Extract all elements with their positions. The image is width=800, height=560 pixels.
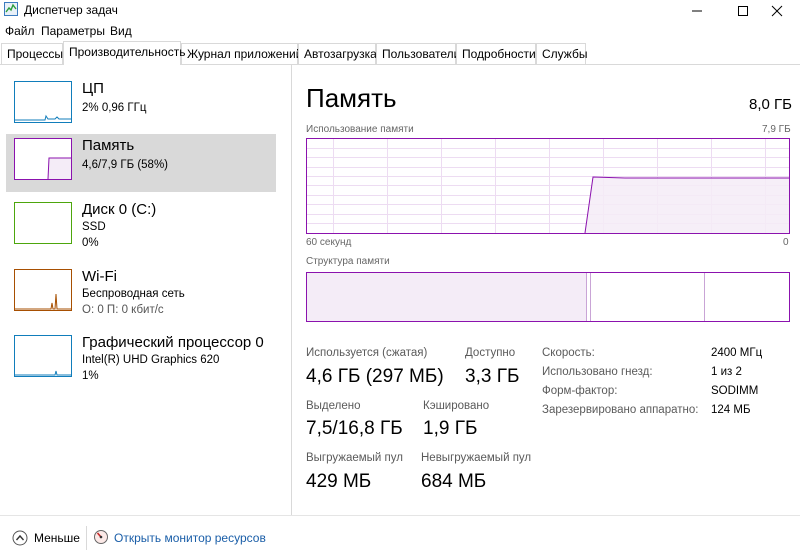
committed-label: Выделено — [306, 400, 361, 412]
memory-total: 8,0 ГБ — [749, 96, 792, 113]
paged-pool-label: Выгружаемый пул — [306, 452, 403, 464]
memory-sparkline — [47, 157, 71, 180]
resource-item-cpu[interactable]: ЦП 2% 0,96 ГГц — [6, 77, 276, 135]
structure-label: Структура памяти — [306, 256, 390, 267]
in-use-label: Используется (сжатая) — [306, 347, 428, 359]
menu-view[interactable]: Вид — [110, 24, 132, 38]
memory-usage-graph — [306, 138, 790, 234]
tab-details[interactable]: Подробности — [456, 43, 536, 64]
tab-app-history[interactable]: Журнал приложений — [181, 43, 302, 64]
paged-pool-value: 429 МБ — [306, 471, 372, 492]
resource-item-wifi[interactable]: Wi-Fi Беспроводная сеть О: 0 П: 0 кбит/с — [6, 265, 276, 323]
resource-name: ЦП — [82, 80, 104, 97]
cached-label: Кэшировано — [423, 400, 490, 412]
tab-processes[interactable]: Процессы — [1, 43, 63, 64]
tab-users[interactable]: Пользователи — [376, 43, 460, 64]
resource-detail: Intel(R) UHD Graphics 620 — [82, 354, 220, 366]
title-bar: Диспетчер задач — [0, 0, 800, 20]
gpu-sparkline — [15, 370, 71, 376]
disk-mini-graph — [14, 202, 72, 244]
cpu-sparkline — [15, 114, 71, 121]
in-use-value: 4,6 ГБ (297 МБ) — [306, 366, 444, 387]
graph-time-left: 60 секунд — [306, 237, 352, 248]
graph-time-right: 0 — [783, 237, 789, 248]
wifi-mini-graph — [14, 269, 72, 311]
resource-name: Память — [82, 137, 135, 154]
resource-detail-2: 1% — [82, 370, 99, 382]
composition-standby — [591, 273, 705, 321]
minimize-button[interactable] — [674, 0, 720, 20]
resource-detail: 2% 0,96 ГГц — [82, 102, 147, 114]
minimize-icon — [692, 10, 702, 12]
tab-performance[interactable]: Производительность — [63, 41, 185, 65]
maximize-icon — [738, 6, 748, 16]
tab-startup[interactable]: Автозагрузка — [298, 43, 377, 64]
cached-value: 1,9 ГБ — [423, 418, 478, 439]
wifi-sparkline — [15, 293, 71, 310]
resource-detail-2: 0% — [82, 237, 99, 249]
resource-detail: 4,6/7,9 ГБ (58%) — [82, 159, 169, 171]
memory-usage-chart — [307, 139, 789, 234]
resource-item-gpu[interactable]: Графический процессор 0 Intel(R) UHD Gra… — [6, 331, 276, 389]
cpu-mini-graph — [14, 81, 72, 123]
close-icon — [771, 5, 783, 17]
hardware-reserved-label: Зарезервировано аппаратно: — [542, 404, 699, 416]
usage-graph-label: Использование памяти — [306, 124, 414, 135]
menu-options[interactable]: Параметры — [41, 24, 105, 38]
fewer-details-button[interactable]: Меньше — [34, 531, 80, 545]
resource-item-disk[interactable]: Диск 0 (C:) SSD 0% — [6, 198, 276, 256]
close-button[interactable] — [754, 0, 800, 20]
nonpaged-pool-value: 684 МБ — [421, 471, 487, 492]
open-resource-monitor-link[interactable]: Открыть монитор ресурсов — [114, 531, 266, 545]
speed-value: 2400 МГц — [711, 347, 763, 359]
available-label: Доступно — [465, 347, 516, 359]
resource-name: Диск 0 (C:) — [82, 201, 157, 218]
form-factor-value: SODIMM — [711, 385, 759, 397]
resource-detail-2: О: 0 П: 0 кбит/с — [82, 304, 164, 316]
chevron-up-icon[interactable] — [12, 530, 28, 546]
bottom-bar: Меньше Открыть монитор ресурсов — [0, 515, 800, 560]
speed-label: Скорость: — [542, 347, 595, 359]
resource-detail: Беспроводная сеть — [82, 288, 185, 300]
resource-name: Графический процессор 0 — [82, 334, 264, 351]
hardware-reserved-value: 124 МБ — [711, 404, 751, 416]
task-manager-icon — [4, 2, 18, 16]
tab-strip: Процессы Производительность Журнал прило… — [0, 41, 800, 65]
tab-services[interactable]: Службы — [536, 43, 587, 64]
memory-composition-bar — [306, 272, 790, 322]
divider — [86, 526, 87, 550]
usage-graph-max: 7,9 ГБ — [762, 124, 791, 135]
composition-free — [705, 273, 789, 321]
resource-monitor-icon — [94, 530, 108, 544]
slots-value: 1 из 2 — [711, 366, 742, 378]
gpu-mini-graph — [14, 335, 72, 377]
available-value: 3,3 ГБ — [465, 366, 520, 387]
menu-bar: Файл Параметры Вид — [0, 21, 800, 41]
resource-name: Wi-Fi — [82, 268, 117, 285]
committed-value: 7,5/16,8 ГБ — [306, 418, 403, 439]
window-title: Диспетчер задач — [24, 3, 118, 17]
nonpaged-pool-label: Невыгружаемый пул — [421, 452, 532, 464]
page-title: Память — [306, 83, 397, 113]
form-factor-label: Форм-фактор: — [542, 385, 618, 397]
resource-detail: SSD — [82, 221, 106, 233]
resource-item-memory[interactable]: Память 4,6/7,9 ГБ (58%) — [6, 134, 276, 192]
composition-in-use — [307, 273, 587, 321]
memory-mini-graph — [14, 138, 72, 180]
menu-file[interactable]: Файл — [5, 24, 35, 38]
resource-list: ЦП 2% 0,96 ГГц Память 4,6/7,9 ГБ (58%) Д… — [0, 65, 292, 515]
slots-label: Использовано гнезд: — [542, 366, 653, 378]
